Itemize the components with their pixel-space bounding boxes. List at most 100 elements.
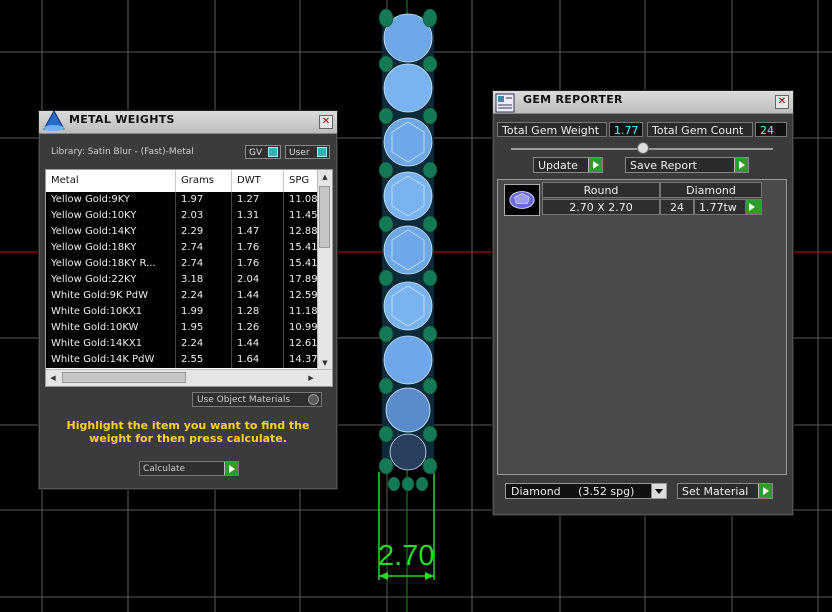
vertical-scroll-thumb[interactable] xyxy=(319,186,330,248)
gv-toggle-indicator xyxy=(268,147,278,157)
calculate-label: Calculate xyxy=(143,464,186,474)
metal-weights-titlebar[interactable]: METAL WEIGHTS ✕ xyxy=(39,109,337,134)
row-grams: 2.03 xyxy=(176,208,232,224)
scroll-down-icon[interactable]: ▼ xyxy=(318,356,332,370)
row-grams: 2.24 xyxy=(176,336,232,352)
close-icon[interactable]: ✕ xyxy=(319,115,333,129)
scroll-up-icon[interactable]: ▲ xyxy=(318,170,332,184)
gem-shape: Round xyxy=(542,182,660,198)
play-arrow-icon xyxy=(588,158,602,172)
row-grams: 2.29 xyxy=(176,224,232,240)
row-metal: Yellow Gold:18KY xyxy=(46,240,176,256)
close-icon[interactable]: ✕ xyxy=(775,95,789,109)
save-report-button[interactable]: Save Report xyxy=(625,157,749,173)
row-grams: 1.99 xyxy=(176,304,232,320)
table-row[interactable]: White Gold:14K PdW 2.55 1.64 14.37 xyxy=(46,352,324,368)
metal-weights-panel: METAL WEIGHTS ✕ Library: Satin Blur - (F… xyxy=(38,109,338,490)
row-grams: 1.95 xyxy=(176,320,232,336)
table-row[interactable]: Yellow Gold:14KY 2.29 1.47 12.88 xyxy=(46,224,324,240)
slider-handle[interactable] xyxy=(637,142,649,154)
total-gem-count-value: 24 xyxy=(755,122,787,137)
row-grams: 3.18 xyxy=(176,272,232,288)
total-gem-weight-label: Total Gem Weight xyxy=(497,122,607,137)
use-object-materials-radio xyxy=(308,394,319,405)
row-dwt: 1.44 xyxy=(232,336,284,352)
metal-table-header: Metal Grams DWT SPG xyxy=(46,170,324,192)
play-arrow-icon xyxy=(758,484,772,498)
col-metal[interactable]: Metal xyxy=(46,170,176,192)
set-material-label: Set Material xyxy=(682,485,749,498)
calculate-button[interactable]: Calculate xyxy=(139,461,239,476)
user-toggle-label: User xyxy=(289,148,310,158)
metal-weights-icon xyxy=(43,109,65,131)
row-metal: Yellow Gold:9KY xyxy=(46,192,176,208)
gv-toggle-label: GV xyxy=(249,148,263,158)
gem-weight: 1.77tw xyxy=(694,199,746,215)
row-metal: White Gold:9K PdW xyxy=(46,288,176,304)
table-row[interactable]: White Gold:10KX1 1.99 1.28 11.18 xyxy=(46,304,324,320)
table-row[interactable]: White Gold:9K PdW 2.24 1.44 12.59 xyxy=(46,288,324,304)
gem-reporter-panel: GEM REPORTER ✕ Total Gem Weight 1.77 Tot… xyxy=(492,90,794,516)
row-metal: Yellow Gold:14KY xyxy=(46,224,176,240)
row-dwt: 1.76 xyxy=(232,240,284,256)
scroll-left-icon[interactable]: ◀ xyxy=(46,371,60,385)
table-row[interactable]: Yellow Gold:18KY R... 2.74 1.76 15.41 xyxy=(46,256,324,272)
library-label: Library: Satin Blur - (Fast)-Metal xyxy=(51,147,194,157)
total-gem-weight-value: 1.77 xyxy=(609,122,643,137)
row-metal: White Gold:14KX1 xyxy=(46,336,176,352)
gem-detail-button[interactable] xyxy=(745,199,762,215)
row-dwt: 1.28 xyxy=(232,304,284,320)
ring-model[interactable] xyxy=(360,0,456,500)
row-metal: Yellow Gold:10KY xyxy=(46,208,176,224)
gem-count: 24 xyxy=(660,199,694,215)
row-metal: Yellow Gold:22KY xyxy=(46,272,176,288)
user-toggle[interactable]: User xyxy=(285,145,330,159)
play-arrow-icon xyxy=(745,200,761,214)
horizontal-scrollbar[interactable]: ◀ ▶ xyxy=(46,369,332,386)
vertical-scrollbar[interactable]: ▲ ▼ xyxy=(317,170,332,370)
row-metal: White Gold:10KX1 xyxy=(46,304,176,320)
gv-toggle[interactable]: GV xyxy=(245,145,281,159)
dimension-label: 2.70 xyxy=(378,540,435,572)
play-arrow-icon xyxy=(224,462,238,475)
material-select-value: Diamond (3.52 spg) xyxy=(511,485,635,498)
row-dwt: 1.64 xyxy=(232,352,284,368)
table-row[interactable]: White Gold:14KX1 2.24 1.44 12.61 xyxy=(46,336,324,352)
row-dwt: 1.26 xyxy=(232,320,284,336)
save-report-label: Save Report xyxy=(630,159,697,172)
row-metal: White Gold:14K PdW xyxy=(46,352,176,368)
row-dwt: 1.76 xyxy=(232,256,284,272)
metal-weights-title: METAL WEIGHTS xyxy=(69,113,175,126)
use-object-materials-button[interactable]: Use Object Materials xyxy=(192,392,322,407)
update-button[interactable]: Update xyxy=(533,157,603,173)
col-grams[interactable]: Grams xyxy=(176,170,232,192)
material-select[interactable]: Diamond (3.52 spg) xyxy=(505,483,667,499)
total-gem-count-label: Total Gem Count xyxy=(647,122,753,137)
table-row[interactable]: Yellow Gold:18KY 2.74 1.76 15.41 xyxy=(46,240,324,256)
scroll-right-icon[interactable]: ▶ xyxy=(304,371,318,385)
horizontal-scroll-thumb[interactable] xyxy=(62,372,186,383)
table-row[interactable]: Yellow Gold:10KY 2.03 1.31 11.45 xyxy=(46,208,324,224)
table-row[interactable]: Yellow Gold:9KY 1.97 1.27 11.08 xyxy=(46,192,324,208)
table-row[interactable]: Yellow Gold:22KY 3.18 2.04 17.89 xyxy=(46,272,324,288)
set-material-button[interactable]: Set Material xyxy=(677,483,773,499)
gem-material: Diamond xyxy=(660,182,762,198)
update-label: Update xyxy=(538,159,578,172)
row-grams: 2.24 xyxy=(176,288,232,304)
row-grams: 2.55 xyxy=(176,352,232,368)
user-toggle-indicator xyxy=(317,147,327,157)
row-dwt: 1.31 xyxy=(232,208,284,224)
row-grams: 2.74 xyxy=(176,240,232,256)
row-grams: 1.97 xyxy=(176,192,232,208)
gem-list: Round Diamond 2.70 X 2.70 24 1.77tw xyxy=(497,179,787,475)
gem-reporter-titlebar[interactable]: GEM REPORTER ✕ xyxy=(493,91,793,114)
row-grams: 2.74 xyxy=(176,256,232,272)
row-dwt: 2.04 xyxy=(232,272,284,288)
table-row[interactable]: White Gold:10KW 1.95 1.26 10.99 xyxy=(46,320,324,336)
gem-report-icon xyxy=(495,93,515,113)
row-dwt: 1.44 xyxy=(232,288,284,304)
gem-size: 2.70 X 2.70 xyxy=(542,199,660,215)
row-dwt: 1.27 xyxy=(232,192,284,208)
col-dwt[interactable]: DWT xyxy=(232,170,284,192)
chevron-down-icon[interactable] xyxy=(651,484,666,498)
